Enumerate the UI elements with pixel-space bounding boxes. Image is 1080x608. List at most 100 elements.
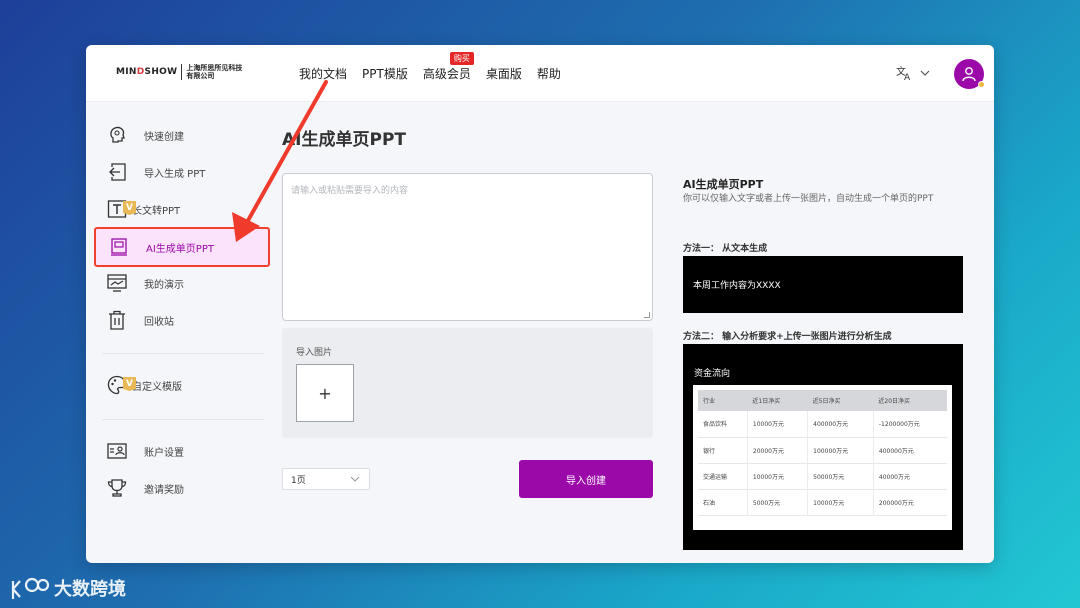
vip-badge: V xyxy=(123,201,136,215)
translate-icon: 文 A xyxy=(896,65,911,81)
table-row: 石油 5000万元 10000万元 200000万元 xyxy=(698,489,947,516)
logo[interactable]: MINDSHOW 上海所思所见科技有限公司 xyxy=(116,64,242,80)
chevron-down-icon xyxy=(350,476,360,482)
nav-ppt-templates[interactable]: PPT模版 xyxy=(362,65,408,82)
user-icon xyxy=(962,67,976,82)
sidebar-divider xyxy=(102,419,264,420)
table-cell: 10000万元 xyxy=(747,463,809,490)
table-cell: 银行 xyxy=(698,437,748,464)
sidebar: 快速创建 导入生成 PPT V 长文转PPT AI生成单页PPT 我的演示 回收… xyxy=(86,103,270,563)
sidebar-item-account-settings[interactable]: 账户设置 xyxy=(94,434,264,468)
watermark-logo-icon xyxy=(11,577,50,599)
table-cell: 20000万元 xyxy=(747,437,809,464)
table-row: 银行 20000万元 100000万元 400000万元 xyxy=(698,437,947,464)
sidebar-item-label: AI生成单页PPT xyxy=(146,243,214,255)
language-switcher[interactable]: 文 A xyxy=(896,65,930,81)
example-table: 行业 近1日净买 近5日净买 近20日净买 食品饮料 10000万元 40000… xyxy=(698,390,947,516)
table-cell: 交通运输 xyxy=(698,463,748,490)
table-cell: 50000万元 xyxy=(807,463,874,490)
upload-label: 导入图片 xyxy=(296,348,333,358)
sidebar-item-custom-template[interactable]: V 自定义模版 xyxy=(94,368,264,402)
presentation-icon xyxy=(107,273,127,293)
nav-help[interactable]: 帮助 xyxy=(537,65,561,82)
plus-icon: + xyxy=(318,383,332,403)
table-cell: 食品饮料 xyxy=(698,411,748,438)
table-cell: -1200000万元 xyxy=(873,411,947,438)
table-cell: 石油 xyxy=(698,489,748,516)
nav-premium-label: 高级会员 xyxy=(422,67,471,81)
watermark-text: 大数跨境 xyxy=(54,579,126,600)
status-dot xyxy=(978,81,985,88)
import-icon xyxy=(107,162,127,182)
help-description: 你可以仅输入文字或者上传一张图片，自动生成一个单页的PPT xyxy=(683,194,934,204)
vip-badge: V xyxy=(123,377,136,391)
example-title: 资金流向 xyxy=(694,369,731,379)
logo-text: MINDSHOW xyxy=(116,67,178,77)
logo-divider xyxy=(181,64,183,80)
table-header-row: 行业 近1日净买 近5日净买 近20日净买 xyxy=(698,390,947,411)
example-table-wrap: 行业 近1日净买 近5日净买 近20日净买 食品饮料 10000万元 40000… xyxy=(693,385,952,530)
slide-icon xyxy=(109,237,129,257)
table-cell: 200000万元 xyxy=(873,489,947,516)
table-row: 食品饮料 10000万元 400000万元 -1200000万元 xyxy=(698,411,947,438)
sidebar-item-quick-create[interactable]: 快速创建 xyxy=(94,118,264,152)
table-header: 行业 xyxy=(698,390,748,411)
chevron-down-icon xyxy=(920,70,930,76)
method-one-example: 本周工作内容为XXXX xyxy=(683,256,963,313)
resize-handle[interactable] xyxy=(644,312,650,318)
table-cell: 40000万元 xyxy=(873,463,947,490)
page-title: AI生成单页PPT xyxy=(282,130,406,150)
table-cell: 400000万元 xyxy=(807,411,874,438)
method-two-label: 方法二： 输入分析要求+上传一张图片进行分析生成 xyxy=(683,332,892,342)
sidebar-item-label: 我的演示 xyxy=(144,279,184,291)
trash-icon xyxy=(107,310,127,330)
upload-image-button[interactable]: + xyxy=(296,364,354,422)
method-one-label: 方法一： 从文本生成 xyxy=(683,244,768,254)
top-navbar: MINDSHOW 上海所思所见科技有限公司 我的文档 PPT模版 高级会员 购买… xyxy=(86,45,994,102)
sidebar-item-trash[interactable]: 回收站 xyxy=(94,303,264,337)
sidebar-item-invite-rewards[interactable]: 邀请奖励 xyxy=(94,471,264,505)
sidebar-item-label: 回收站 xyxy=(144,316,174,328)
table-header: 近1日净买 xyxy=(747,390,808,411)
buy-badge[interactable]: 购买 xyxy=(449,52,474,65)
svg-text:A: A xyxy=(904,73,911,81)
content-input[interactable]: 请输入或粘贴需要导入的内容 xyxy=(282,173,653,321)
table-cell: 400000万元 xyxy=(873,437,947,464)
nav-desktop[interactable]: 桌面版 xyxy=(486,65,522,82)
main-nav: 我的文档 PPT模版 高级会员 购买 桌面版 帮助 xyxy=(299,52,561,82)
text-icon: V xyxy=(107,199,136,219)
nav-my-docs[interactable]: 我的文档 xyxy=(299,65,347,82)
sidebar-item-label: 长文转PPT xyxy=(132,205,181,217)
page-count-select[interactable]: 1页 xyxy=(282,468,370,490)
table-header: 近5日净买 xyxy=(807,390,874,411)
sidebar-item-longtext[interactable]: V 长文转PPT xyxy=(94,192,264,226)
table-row: 交通运输 10000万元 50000万元 40000万元 xyxy=(698,463,947,490)
account-icon xyxy=(107,441,127,461)
table-cell: 10000万元 xyxy=(747,411,809,438)
trophy-icon xyxy=(107,478,127,498)
app-window: MINDSHOW 上海所思所见科技有限公司 我的文档 PPT模版 高级会员 购买… xyxy=(86,45,994,563)
table-cell: 100000万元 xyxy=(807,437,874,464)
method-one-text: 本周工作内容为XXXX xyxy=(693,281,781,291)
sidebar-item-label: 快速创建 xyxy=(144,131,184,143)
sidebar-item-label: 账户设置 xyxy=(144,447,184,459)
sidebar-item-ai-single-slide[interactable]: AI生成单页PPT xyxy=(94,227,270,267)
palette-icon: V xyxy=(107,375,136,395)
logo-company: 上海所思所见科技有限公司 xyxy=(186,64,243,80)
content-input-placeholder: 请输入或粘贴需要导入的内容 xyxy=(291,186,409,196)
import-create-button[interactable]: 导入创建 xyxy=(519,460,653,498)
table-cell: 5000万元 xyxy=(747,489,809,516)
sidebar-item-label: 导入生成 PPT xyxy=(144,168,206,180)
brain-icon xyxy=(107,125,127,145)
nav-premium[interactable]: 高级会员 购买 xyxy=(422,52,474,82)
sidebar-item-import-ppt[interactable]: 导入生成 PPT xyxy=(94,155,264,189)
sidebar-item-my-presentations[interactable]: 我的演示 xyxy=(94,266,264,300)
help-title: AI生成单页PPT xyxy=(683,178,764,191)
image-upload-area: 导入图片 + xyxy=(282,328,653,438)
sidebar-item-label: 自定义模版 xyxy=(132,381,182,393)
watermark: 大数跨境 xyxy=(10,575,126,601)
user-avatar[interactable] xyxy=(954,59,985,89)
table-header: 近20日净买 xyxy=(873,390,947,411)
table-cell: 10000万元 xyxy=(807,489,874,516)
sidebar-divider xyxy=(102,353,264,354)
